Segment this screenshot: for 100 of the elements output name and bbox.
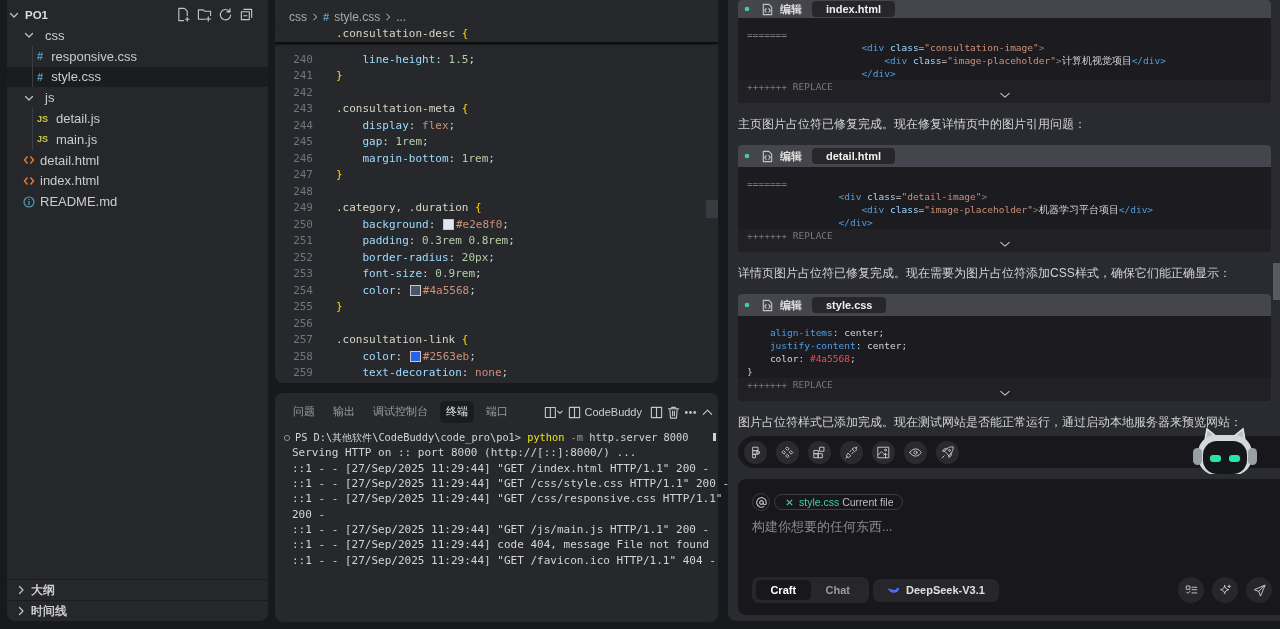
checklist-button[interactable] <box>1178 577 1204 603</box>
chat-input-field[interactable]: 构建你想要的任何东西... <box>752 519 1278 569</box>
code-text: #e2e8f0; <box>455 217 509 231</box>
scrollbar-thumb[interactable] <box>706 200 718 218</box>
diamond-dots-icon <box>781 445 794 459</box>
tool-button[interactable] <box>776 440 799 464</box>
line-number: 256 <box>292 316 313 330</box>
plug-icon <box>845 445 858 459</box>
line-number: 245 <box>292 135 313 149</box>
color-swatch[interactable] <box>442 218 454 230</box>
code-text: #4a5568; <box>422 283 476 297</box>
blocks-icon <box>813 445 826 459</box>
send-button[interactable] <box>1246 577 1272 603</box>
code-line: <div class="image-placeholder">计算机视觉项目</div> <box>883 54 1167 67</box>
line-number: 254 <box>292 283 313 297</box>
close-icon[interactable] <box>785 497 794 507</box>
new-file-icon[interactable] <box>176 7 191 22</box>
terminal-profile[interactable]: CodeBuddy <box>567 405 642 419</box>
terminal-line: ::1 - - [27/Sep/2025 11:29:44] "GET /index.html HTTP/1.1" 200 - <box>292 461 710 475</box>
panel-tab[interactable]: 终端 <box>440 401 474 423</box>
terminal-line: ::1 - - [27/Sep/2025 11:29:44] "GET /css/style.css HTTP/1.1" 200 - <box>292 477 730 491</box>
code-text: line-height: 1.5; <box>361 52 476 66</box>
color-swatch[interactable] <box>409 350 421 362</box>
status-dot-icon <box>744 302 750 308</box>
tree-item[interactable]: # style.css <box>7 66 268 88</box>
refresh-icon[interactable] <box>218 7 233 22</box>
file-chip[interactable]: detail.html <box>812 148 895 164</box>
chevron-icon <box>310 11 320 22</box>
tool-button[interactable] <box>904 440 927 464</box>
tree-item[interactable]: css <box>7 25 268 46</box>
file-chip[interactable]: index.html <box>812 1 895 17</box>
file-chip[interactable]: style.css <box>812 297 887 313</box>
replace-marker: +++++++ REPLACE <box>747 229 834 242</box>
breadcrumb-item[interactable]: # style.css <box>323 9 381 24</box>
line-number: 252 <box>292 250 313 264</box>
breadcrumb-item[interactable]: css <box>289 9 307 24</box>
replace-marker: +++++++ REPLACE <box>747 378 834 391</box>
terminal-line: PS D:\其他软件\CodeBuddy\code_pro\po1> python -m http.server 8000 <box>295 430 689 445</box>
tree-item[interactable]: JS detail.js <box>7 108 268 129</box>
code-line: align-items: center; <box>768 326 886 339</box>
code-text: color: <box>361 349 404 363</box>
panel-tab[interactable]: 输出 <box>327 401 361 423</box>
expand-chevron-icon[interactable] <box>998 390 1011 397</box>
section-header[interactable]: 时间线 <box>7 600 268 621</box>
mode-tab[interactable]: Chat <box>810 580 865 600</box>
tool-button[interactable] <box>744 440 767 464</box>
line-number: 257 <box>292 333 313 347</box>
terminal-line: Serving HTTP on :: port 8000 (http://[::]:8000/) ... <box>292 446 637 460</box>
code-file-icon <box>761 2 774 16</box>
model-selector[interactable]: DeepSeek-V3.1 <box>873 578 999 602</box>
sparkle-button[interactable] <box>1212 577 1238 603</box>
chat-input-box[interactable]: style.css Current file 构建你想要的任何东西... Craft Chat DeepSeek-V3.1 <box>738 479 1280 615</box>
code-text: gap: 1rem; <box>361 135 429 149</box>
mode-tab[interactable]: Craft <box>756 580 811 600</box>
tree-item[interactable]: README.md <box>7 191 268 213</box>
image-upload-icon <box>877 445 890 459</box>
code-text: text-decoration: none; <box>361 366 509 380</box>
line-number: 250 <box>292 217 313 231</box>
expand-chevron-icon[interactable] <box>998 241 1011 248</box>
split-icon[interactable] <box>650 405 663 419</box>
new-folder-icon[interactable] <box>197 7 212 22</box>
code-text: } <box>336 69 343 83</box>
tool-button[interactable] <box>808 440 831 464</box>
panel-tab[interactable]: 问题 <box>287 401 321 423</box>
tree-item[interactable]: js <box>7 87 268 109</box>
tree-item[interactable]: detail.html <box>7 149 268 171</box>
tool-button[interactable] <box>840 440 863 464</box>
panel-tab[interactable]: 端口 <box>480 401 514 423</box>
action-label: 编辑 <box>780 148 802 164</box>
line-number: 255 <box>292 300 313 314</box>
scrollbar-thumb[interactable] <box>713 433 716 441</box>
code-text: #2563eb; <box>422 349 476 363</box>
breadcrumb-item[interactable]: ... <box>396 9 407 24</box>
split-dropdown-icon[interactable] <box>543 405 564 419</box>
tree-item[interactable]: # responsive.css <box>7 45 268 67</box>
expand-chevron-icon[interactable] <box>998 92 1011 99</box>
send-icon <box>1252 583 1266 597</box>
tool-button[interactable] <box>936 440 959 464</box>
color-swatch[interactable] <box>409 284 421 296</box>
trash-icon[interactable] <box>667 405 680 419</box>
scrollbar-thumb[interactable] <box>1273 263 1280 300</box>
line-number: 253 <box>292 267 313 281</box>
tree-item[interactable]: JS main.js <box>7 129 268 150</box>
checklist-icon <box>1184 583 1198 597</box>
code-line: ======= <box>747 28 789 41</box>
code-line: </div> <box>860 67 897 80</box>
action-label: 编辑 <box>780 1 802 17</box>
collapse-all-icon[interactable] <box>239 7 254 22</box>
line-number: 247 <box>292 168 313 182</box>
tool-button[interactable] <box>872 440 895 464</box>
message-text: 主页图片占位符已修复完成。现在修复详情页中的图片引用问题： <box>738 116 1087 133</box>
section-header[interactable]: 大纲 <box>7 579 268 600</box>
panel-tab[interactable]: 调试控制台 <box>367 401 434 423</box>
action-label: 编辑 <box>780 297 802 313</box>
status-dot-icon <box>744 153 750 159</box>
tree-item[interactable]: index.html <box>7 170 268 192</box>
shapes-icon <box>749 445 762 459</box>
message-text: 图片占位符样式已添加完成。现在测试网站是否能正常运行，通过启动本地服务器来预览网站： <box>738 414 1243 431</box>
info-icon <box>23 195 35 208</box>
eye-icon <box>909 445 922 459</box>
